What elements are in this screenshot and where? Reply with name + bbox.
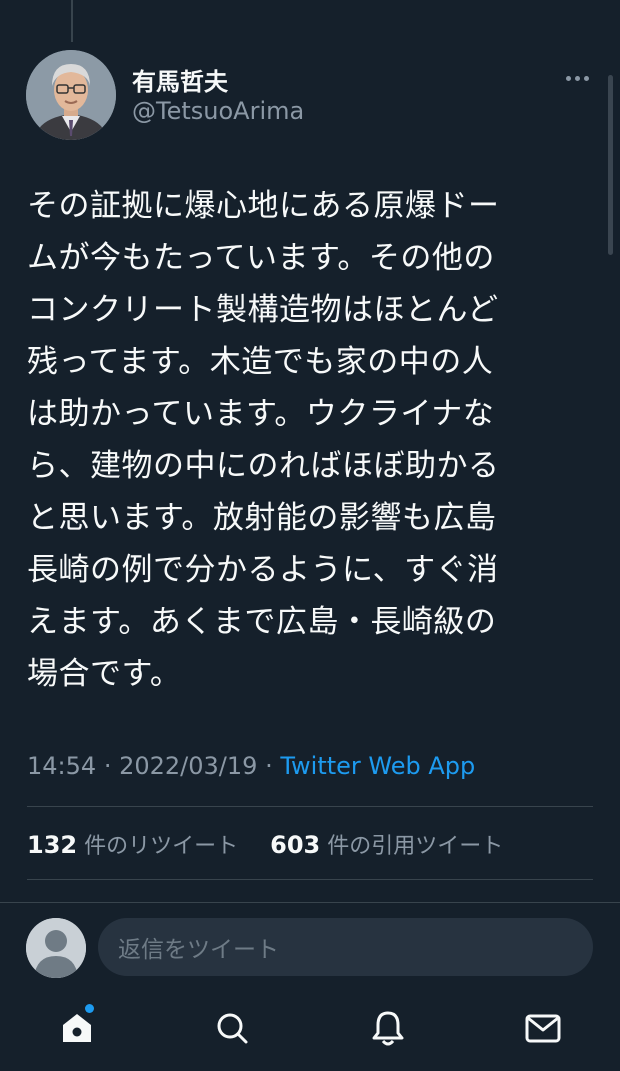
tweet-text-line: ら、建物の中にのればほぼ助かる <box>27 448 500 484</box>
notification-badge <box>85 1004 94 1013</box>
tab-notifications[interactable] <box>368 1008 408 1048</box>
author-name[interactable]: 有馬哲夫 <box>132 62 228 97</box>
search-icon <box>217 1013 248 1044</box>
tweet-text-line: ムが今もたっています。その他の <box>27 240 495 276</box>
tab-messages[interactable] <box>523 1008 563 1048</box>
meta-separator: · <box>103 752 112 780</box>
tab-home[interactable] <box>57 1004 97 1048</box>
tab-search[interactable] <box>212 1008 252 1048</box>
divider <box>27 806 593 807</box>
scrollbar[interactable] <box>608 75 613 255</box>
retweet-icon[interactable] <box>249 0 271 6</box>
home-icon <box>63 1014 91 1042</box>
reply-input[interactable]: 返信をツイート <box>98 918 593 976</box>
tweet-source-link[interactable]: Twitter Web App <box>280 752 475 780</box>
tweet-stats: 132 件のリツイート 603 件の引用ツイート <box>27 828 503 860</box>
tweet-date[interactable]: 2022/03/19 <box>119 752 257 780</box>
author-handle[interactable]: @TetsuoArima <box>132 97 304 125</box>
tweet-text-line: は助かっています。ウクライナな <box>27 396 495 432</box>
previous-tweet-action-bar <box>120 0 530 8</box>
bottom-tab-bar <box>0 1000 620 1060</box>
quote-label: 件の引用ツイート <box>327 834 504 859</box>
quote-tweets-stat[interactable]: 603 件の引用ツイート <box>270 831 504 859</box>
tweet-text-line: 長崎の例で分かるように、すぐ消 <box>27 552 499 588</box>
retweets-stat[interactable]: 132 件のリツイート <box>27 831 245 859</box>
bell-icon <box>372 1011 404 1046</box>
retweet-label: 件のリツイート <box>84 834 239 859</box>
mail-icon <box>525 1014 561 1043</box>
tweet-text-line: コンクリート製構造物はほとんど <box>27 292 499 328</box>
reply-icon[interactable] <box>120 0 142 6</box>
share-icon[interactable] <box>508 0 530 6</box>
tweet-text-line: 場合です。 <box>27 656 182 692</box>
quote-count: 603 <box>270 831 321 859</box>
my-avatar[interactable] <box>26 918 86 978</box>
meta-separator: · <box>265 752 273 780</box>
more-options-icon[interactable] <box>566 68 594 88</box>
like-icon[interactable] <box>379 0 401 6</box>
tweet-text-line: えます。あくまで広島・長崎級の <box>27 604 497 640</box>
retweet-count: 132 <box>27 831 78 859</box>
author-avatar[interactable] <box>26 50 116 140</box>
divider <box>27 879 593 880</box>
tweet-text-line: 残ってます。木造でも家の中の人 <box>27 344 494 380</box>
tweet-text: その証拠に爆心地にある原爆ドー ムが今もたっています。その他の コンクリート製構… <box>27 180 587 700</box>
thread-connector-line <box>71 0 73 42</box>
tweet-text-line: と思います。放射能の影響も広島 <box>27 500 497 536</box>
tweet-metadata: 14:54 · 2022/03/19 · Twitter Web App <box>27 752 475 780</box>
tweet-time[interactable]: 14:54 <box>27 752 96 780</box>
tweet-text-line: その証拠に爆心地にある原爆ドー <box>27 188 500 224</box>
